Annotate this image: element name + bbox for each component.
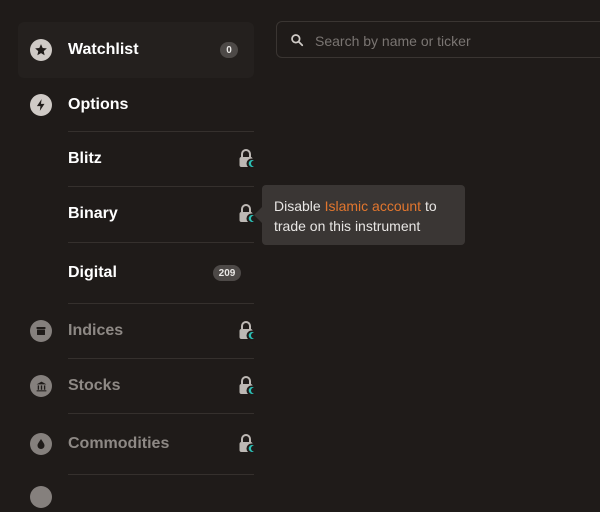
lock-icon: [239, 321, 257, 341]
sidebar-item-label: Digital: [68, 264, 117, 281]
search-input[interactable]: [313, 30, 597, 52]
sidebar-item-binary[interactable]: Binary: [18, 187, 257, 241]
sidebar-item-label: Options: [68, 96, 129, 113]
sidebar-item-digital[interactable]: Digital 209: [18, 243, 254, 303]
sidebar-item-label: Binary: [68, 205, 118, 222]
sidebar: Watchlist 0 Options Blitz Binary Digital…: [0, 0, 262, 508]
lock-icon: [239, 434, 257, 454]
sidebar-item-label: Commodities: [68, 435, 170, 452]
islamic-account-link[interactable]: Islamic account: [325, 198, 421, 214]
sidebar-item-label: Watchlist: [68, 41, 139, 58]
watchlist-count-badge: 0: [220, 42, 238, 58]
lightning-icon: [30, 94, 52, 116]
category-icon: [30, 486, 52, 508]
sidebar-item-label: Stocks: [68, 377, 121, 394]
bank-icon: [30, 375, 52, 397]
tooltip-text-before: Disable: [274, 198, 325, 214]
sidebar-item-stocks[interactable]: Stocks: [18, 359, 257, 413]
sidebar-item-watchlist[interactable]: Watchlist 0: [18, 22, 254, 78]
search-icon: [291, 34, 304, 47]
sidebar-item-commodities[interactable]: Commodities: [18, 414, 257, 474]
sidebar-item-label: Indices: [68, 322, 124, 339]
digital-count-badge: 209: [213, 265, 241, 281]
star-icon: [30, 39, 52, 61]
lock-icon: [239, 149, 257, 169]
sidebar-item-partial[interactable]: [18, 482, 254, 512]
drop-icon: [30, 433, 52, 455]
lock-icon: [239, 376, 257, 396]
sidebar-item-options[interactable]: Options: [18, 80, 254, 130]
search-box[interactable]: [276, 21, 600, 58]
sidebar-item-indices[interactable]: Indices: [18, 304, 257, 358]
sidebar-item-blitz[interactable]: Blitz: [18, 132, 257, 186]
sidebar-item-label: Blitz: [68, 150, 102, 167]
divider: [68, 474, 254, 475]
islamic-account-tooltip: Disable Islamic account to trade on this…: [254, 185, 465, 245]
indices-icon: [30, 320, 52, 342]
